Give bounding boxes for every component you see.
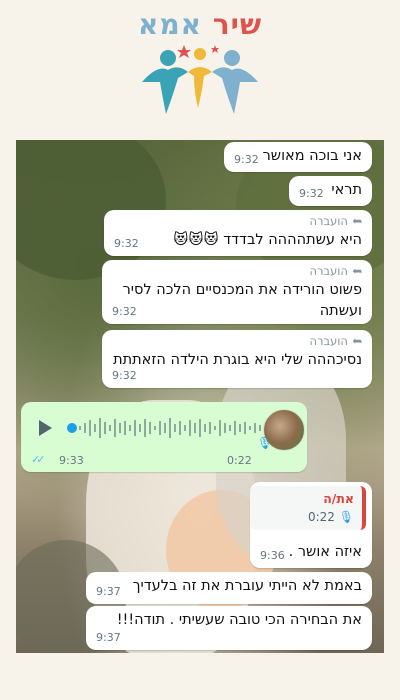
quoted-sender-name: את/ה	[323, 491, 354, 506]
message-text: אני בוכה מאושר	[262, 148, 362, 164]
brand-word-shir: שיר	[212, 8, 263, 41]
forwarded-text: הועברה	[309, 214, 348, 228]
message-bubble-forwarded[interactable]: ➦ הועברה פשוט הורידה את המכנסיים הלכה לס…	[102, 260, 372, 324]
forwarded-text: הועברה	[309, 264, 348, 278]
family-figures-icon	[142, 45, 258, 114]
message-bubble[interactable]: תראי 9:32	[289, 176, 372, 206]
quoted-duration: 🎙 0:22	[258, 508, 354, 526]
message-time: 9:32	[112, 305, 137, 318]
forwarded-text: הועברה	[309, 334, 348, 348]
message-time: 9:37	[96, 585, 121, 598]
message-text: איזה אושר .	[288, 544, 362, 560]
message-bubble[interactable]: את הבחירה הכי טובה שעשיתי . תודה!!! 9:37	[86, 606, 372, 650]
message-text: באמת לא הייתי עוברת את זה בלעדיך	[132, 578, 362, 594]
message-bubble-forwarded[interactable]: ➦ הועברה נסיכההה שלי היא בוגרת הילדה הזא…	[102, 330, 372, 388]
forwarded-label: ➦ הועברה	[309, 263, 362, 279]
message-time: 9:32	[299, 187, 324, 200]
play-icon[interactable]	[39, 420, 52, 436]
forward-arrow-icon: ➦	[351, 264, 362, 278]
audio-waveform	[79, 418, 266, 438]
voice-message-duration: 0:22	[227, 454, 252, 467]
message-text: תראי	[331, 182, 362, 198]
forwarded-label: ➦ הועברה	[309, 213, 362, 229]
brand-name: שיר אמא	[0, 8, 400, 41]
forwarded-label: ➦ הועברה	[309, 333, 362, 349]
brand-word-ima: אמא	[137, 8, 202, 41]
message-bubble-forwarded[interactable]: ➦ הועברה היא עשתהההה לבדדד 😻😻😻 9:32	[104, 210, 372, 256]
forward-arrow-icon: ➦	[351, 214, 362, 228]
message-text: את הבחירה הכי טובה שעשיתי . תודה!!!	[116, 612, 362, 628]
microphone-icon: 🎙	[257, 436, 273, 450]
quoted-voice-message[interactable]: את/ה 🎙 0:22	[250, 486, 366, 530]
message-time: 9:32	[234, 153, 259, 166]
message-time: 9:32	[114, 237, 139, 250]
message-bubble[interactable]: אני בוכה מאושר 9:32	[224, 142, 372, 172]
message-bubble[interactable]: באמת לא הייתי עוברת את זה בלעדיך 9:37	[86, 572, 372, 604]
message-time: 9:37	[96, 631, 121, 644]
message-time: 9:36	[260, 549, 285, 562]
voice-message-bubble[interactable]: ✓✓ 9:33 0:22 🎙	[21, 402, 307, 472]
playback-slider-handle[interactable]	[67, 423, 77, 433]
message-text: פשוט הורידה את המכנסיים הלכה לסיר ועשתה	[122, 282, 362, 319]
voice-message-time: 9:33	[59, 454, 84, 467]
message-time: 9:32	[112, 369, 137, 382]
reply-message-bubble[interactable]: את/ה 🎙 0:22 איזה אושר . 9:36	[250, 482, 372, 568]
forward-arrow-icon: ➦	[351, 334, 362, 348]
quoted-duration-text: 0:22	[307, 510, 335, 524]
read-receipt-icon: ✓✓	[31, 453, 46, 466]
brand-logo: שיר אמא	[0, 0, 400, 130]
message-text: נסיכההה שלי היא בוגרת הילדה הזאתתת	[113, 352, 362, 368]
message-text: היא עשתהההה לבדדד 😻😻😻	[173, 232, 362, 248]
microphone-icon: 🎙	[338, 510, 354, 524]
